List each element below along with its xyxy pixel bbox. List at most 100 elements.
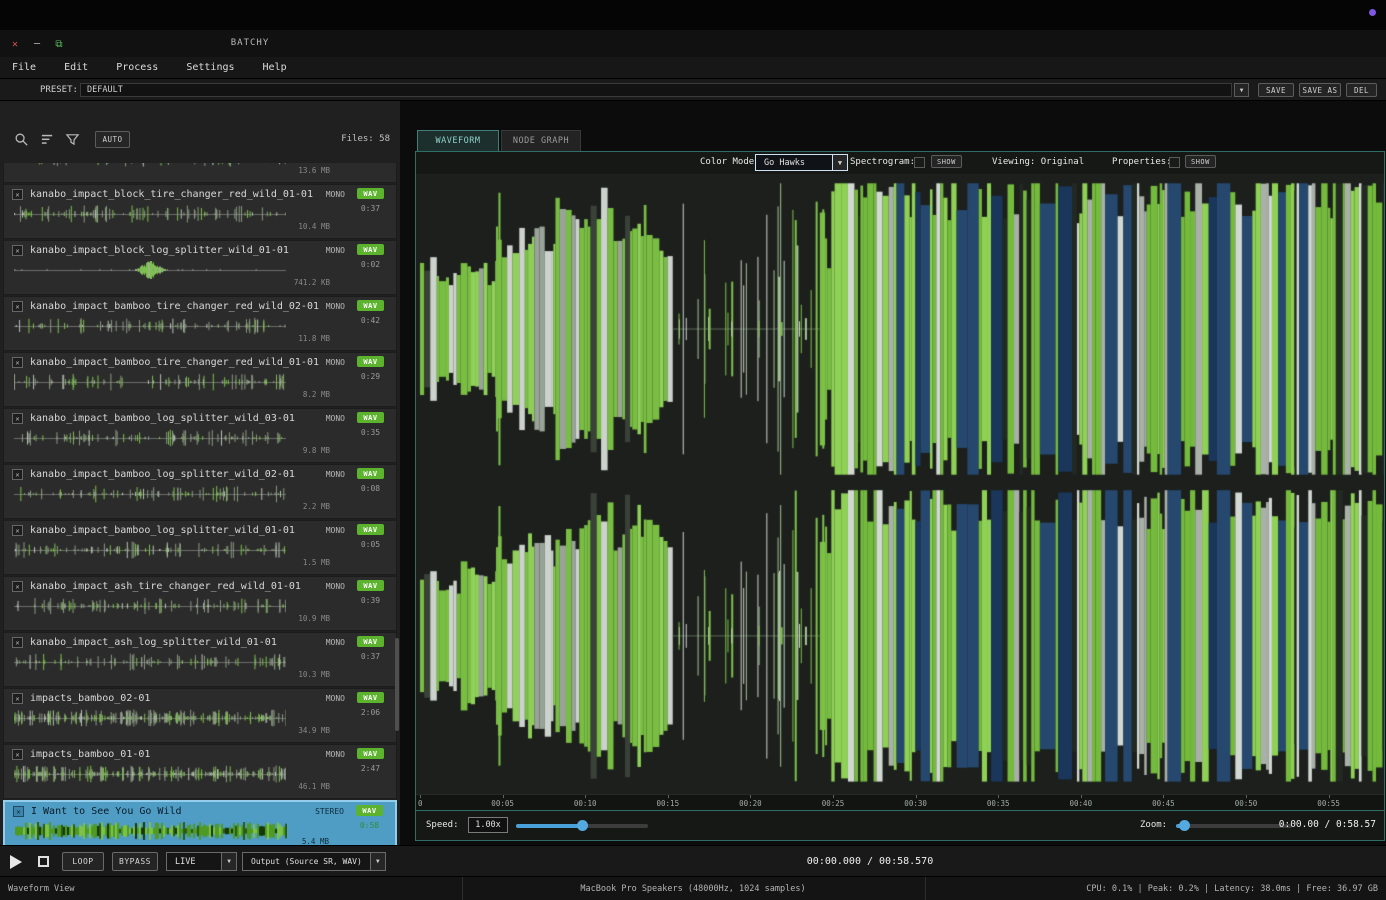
menu-settings[interactable]: Settings (172, 57, 248, 78)
file-row[interactable]: ✕I Want to See You Go WildSTEREOWAV0:585… (3, 800, 397, 845)
file-row[interactable]: ✕13.6 MB (3, 163, 397, 183)
delete-preset-button[interactable]: DEL (1346, 83, 1377, 97)
preset-dropdown-arrow-icon[interactable]: ▼ (1234, 83, 1249, 97)
tab-node-graph[interactable]: NODE GRAPH (501, 130, 581, 151)
live-mode-select[interactable]: LIVE ▼ (166, 852, 237, 871)
status-bar: Waveform View MacBook Pro Speakers (4800… (0, 876, 1386, 900)
file-remove-checkbox[interactable]: ✕ (13, 806, 24, 817)
file-size: 11.8 MB (298, 334, 330, 343)
file-list-scrollbar-thumb[interactable] (395, 638, 399, 731)
file-remove-checkbox[interactable]: ✕ (12, 469, 23, 480)
file-row[interactable]: ✕kanabo_impact_block_log_splitter_wild_0… (3, 240, 397, 295)
file-row[interactable]: ✕kanabo_impact_bamboo_tire_changer_red_w… (3, 296, 397, 351)
main-waveform-canvas[interactable] (416, 174, 1384, 794)
file-remove-checkbox[interactable]: ✕ (12, 693, 23, 704)
properties-show-button[interactable]: SHOW (1185, 155, 1216, 168)
menu-help[interactable]: Help (249, 57, 301, 78)
output-value[interactable]: Output (Source SR, WAV) (242, 852, 371, 871)
tab-waveform[interactable]: WAVEFORM (417, 130, 499, 151)
output-dropdown-arrow-icon[interactable]: ▼ (371, 852, 386, 871)
save-preset-button[interactable]: SAVE (1258, 83, 1294, 97)
file-channel-label: MONO (326, 582, 345, 591)
zoom-slider-thumb[interactable] (1179, 820, 1190, 831)
file-row[interactable]: ✕impacts_bamboo_01-01MONOWAV2:4746.1 MB (3, 744, 397, 799)
properties-checkbox[interactable] (1169, 157, 1180, 168)
file-format-badge: WAV (357, 636, 384, 647)
spectrogram-checkbox[interactable] (914, 157, 925, 168)
file-remove-checkbox[interactable]: ✕ (12, 749, 23, 760)
menu-bar: File Edit Process Settings Help (0, 57, 1386, 79)
close-window-icon[interactable]: ✕ (8, 37, 22, 51)
file-thumbnail-waveform (14, 709, 286, 727)
speed-slider-thumb[interactable] (577, 820, 588, 831)
file-remove-checkbox[interactable]: ✕ (12, 357, 23, 368)
zoom-slider[interactable] (1176, 820, 1292, 832)
live-dropdown-arrow-icon[interactable]: ▼ (222, 852, 237, 871)
file-channel-label: STEREO (315, 807, 344, 816)
file-row[interactable]: ✕kanabo_impact_bamboo_log_splitter_wild_… (3, 464, 397, 519)
ruler-tick-mark (1081, 795, 1082, 798)
file-duration: 0:37 (357, 652, 384, 661)
file-remove-checkbox[interactable]: ✕ (12, 637, 23, 648)
loop-button[interactable]: LOOP (62, 852, 104, 871)
menu-file[interactable]: File (0, 57, 50, 78)
stop-button[interactable] (36, 854, 50, 868)
batchy-app-window: ✕ ─ ⧉ BATCHY File Edit Process Settings … (0, 0, 1386, 900)
transport-time-display: 00:00.000 / 00:58.570 (780, 856, 960, 867)
preset-bar: PRESET: DEFAULT ▼ SAVE SAVE AS DEL (0, 79, 1386, 101)
file-remove-checkbox[interactable]: ✕ (12, 525, 23, 536)
ruler-tick-mark (1329, 795, 1330, 798)
file-remove-checkbox[interactable]: ✕ (12, 581, 23, 592)
file-thumbnail-waveform (15, 822, 287, 840)
color-mode-select[interactable]: Go Hawks ▼ (755, 154, 848, 171)
color-mode-dropdown-arrow-icon[interactable]: ▼ (833, 154, 848, 171)
file-remove-checkbox[interactable]: ✕ (12, 301, 23, 312)
color-mode-value[interactable]: Go Hawks (755, 154, 833, 171)
save-as-preset-button[interactable]: SAVE AS (1299, 83, 1341, 97)
file-row[interactable]: ✕kanabo_impact_bamboo_log_splitter_wild_… (3, 520, 397, 575)
file-row[interactable]: ✕kanabo_impact_bamboo_log_splitter_wild_… (3, 408, 397, 463)
filter-icon[interactable] (63, 130, 81, 148)
file-row[interactable]: ✕impacts_bamboo_02-01MONOWAV2:0634.9 MB (3, 688, 397, 743)
file-thumbnail-waveform (14, 205, 286, 223)
zoom-slider-track[interactable] (1176, 824, 1292, 828)
file-name: kanabo_impact_ash_log_splitter_wild_01-0… (30, 637, 277, 648)
file-thumbnail-waveform (14, 765, 286, 783)
file-size: 741.2 KB (294, 278, 330, 287)
timeline-ruler[interactable]: 000:0500:1000:1500:2000:2500:3000:3500:4… (416, 794, 1384, 810)
file-format-badge: WAV (357, 580, 384, 591)
file-remove-checkbox[interactable]: ✕ (12, 413, 23, 424)
file-duration: 2:47 (357, 764, 384, 773)
zoom-window-icon[interactable]: ⧉ (52, 37, 66, 51)
file-thumbnail-waveform (14, 541, 286, 559)
file-format-badge: WAV (357, 188, 384, 199)
file-row[interactable]: ✕ kanabo_impact_ash_log_splitter_wild_01-… (3, 632, 397, 687)
speed-label: Speed: (426, 820, 459, 830)
play-button[interactable] (10, 853, 28, 870)
file-size: 13.6 MB (298, 166, 330, 175)
spectrogram-show-button[interactable]: SHOW (931, 155, 962, 168)
auto-button[interactable]: AUTO (95, 131, 130, 148)
search-icon[interactable] (12, 130, 30, 148)
file-remove-checkbox[interactable]: ✕ (12, 189, 23, 200)
ruler-tick-mark (750, 795, 751, 798)
file-channel-label: MONO (326, 190, 345, 199)
sort-icon[interactable] (38, 130, 56, 148)
menu-edit[interactable]: Edit (50, 57, 102, 78)
output-select[interactable]: Output (Source SR, WAV) ▼ (242, 852, 386, 871)
file-channel-label: MONO (326, 358, 345, 367)
file-channel-label: MONO (326, 246, 345, 255)
minimize-window-icon[interactable]: ─ (30, 37, 44, 51)
speed-slider[interactable] (516, 820, 648, 832)
file-row[interactable]: ✕kanabo_impact_ash_tire_changer_red_wild… (3, 576, 397, 631)
preset-select-field[interactable]: DEFAULT (80, 83, 1232, 97)
bypass-button[interactable]: BYPASS (112, 852, 158, 871)
file-list[interactable]: ✕13.6 MB✕kanabo_impact_block_tire_change… (0, 163, 400, 845)
menu-process[interactable]: Process (102, 57, 172, 78)
file-remove-checkbox[interactable]: ✕ (12, 245, 23, 256)
speed-value-input[interactable]: 1.00x (468, 817, 508, 833)
file-row[interactable]: ✕kanabo_impact_bamboo_tire_changer_red_w… (3, 352, 397, 407)
file-row[interactable]: ✕kanabo_impact_block_tire_changer_red_wi… (3, 184, 397, 239)
files-count-label: Files: 58 (341, 134, 390, 144)
live-mode-value[interactable]: LIVE (166, 852, 222, 871)
